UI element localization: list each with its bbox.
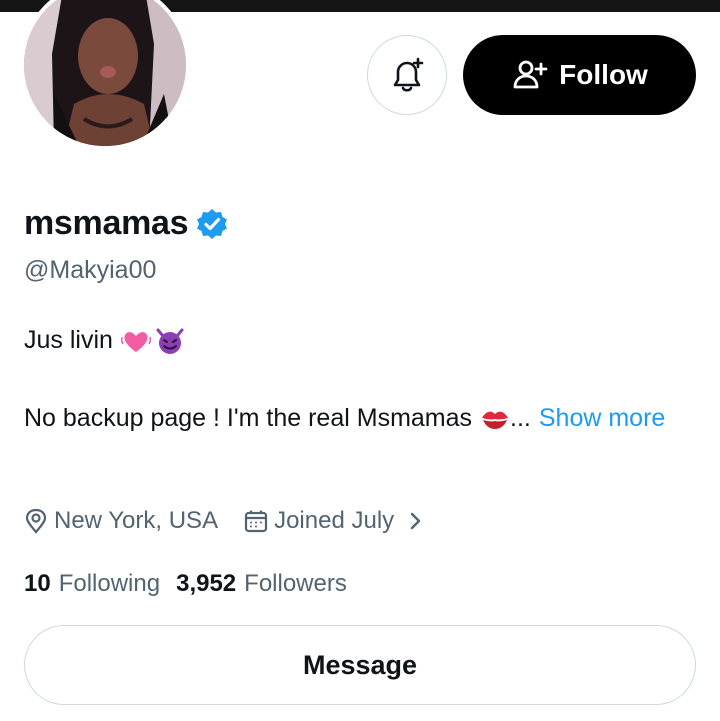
ellipsis: ... bbox=[510, 404, 531, 432]
avatar[interactable] bbox=[24, 0, 186, 146]
show-more-link[interactable]: Show more bbox=[539, 404, 665, 433]
joined-text: Joined July bbox=[274, 507, 395, 534]
display-name-row: msmamas bbox=[24, 204, 228, 243]
follow-label: Follow bbox=[559, 59, 648, 90]
bio-line-2: No backup page ! I'm the real Msmamas ..… bbox=[24, 404, 665, 433]
location-pin-icon bbox=[25, 508, 47, 534]
person-plus-icon bbox=[513, 60, 548, 89]
bio-text-2: No backup page ! I'm the real Msmamas bbox=[24, 404, 473, 432]
follow-button[interactable]: Follow bbox=[463, 35, 696, 115]
handle: @Makyia00 bbox=[24, 256, 157, 284]
following-label: Following bbox=[58, 570, 161, 597]
followers-label: Followers bbox=[244, 570, 347, 597]
following-count: 10 bbox=[24, 570, 51, 597]
joined-item[interactable]: Joined July bbox=[244, 507, 424, 535]
notify-button[interactable] bbox=[367, 35, 447, 115]
avatar-frame bbox=[20, 0, 190, 150]
display-name: msmamas bbox=[24, 204, 189, 242]
chevron-right-icon bbox=[410, 512, 421, 530]
bio-text-1: Jus livin bbox=[24, 326, 113, 354]
heart-pulse-emoji bbox=[120, 327, 151, 355]
calendar-icon bbox=[244, 510, 268, 533]
location-item: New York, USA bbox=[24, 507, 218, 535]
kiss-mark-emoji bbox=[480, 406, 510, 432]
followers-stat[interactable]: 3,952 Followers bbox=[176, 570, 347, 598]
follow-stats: 10 Following 3,952 Followers bbox=[24, 570, 347, 598]
profile-meta: New York, USA Joined July bbox=[24, 507, 424, 535]
bio-line-1: Jus livin bbox=[24, 326, 185, 355]
followers-count: 3,952 bbox=[176, 570, 237, 597]
message-button[interactable]: Message bbox=[24, 625, 696, 705]
verified-badge-icon[interactable] bbox=[196, 208, 228, 240]
following-stat[interactable]: 10 Following bbox=[24, 570, 160, 598]
location-text: New York, USA bbox=[54, 507, 219, 534]
bell-plus-icon bbox=[393, 57, 424, 92]
smiling-imp-emoji bbox=[155, 327, 185, 355]
